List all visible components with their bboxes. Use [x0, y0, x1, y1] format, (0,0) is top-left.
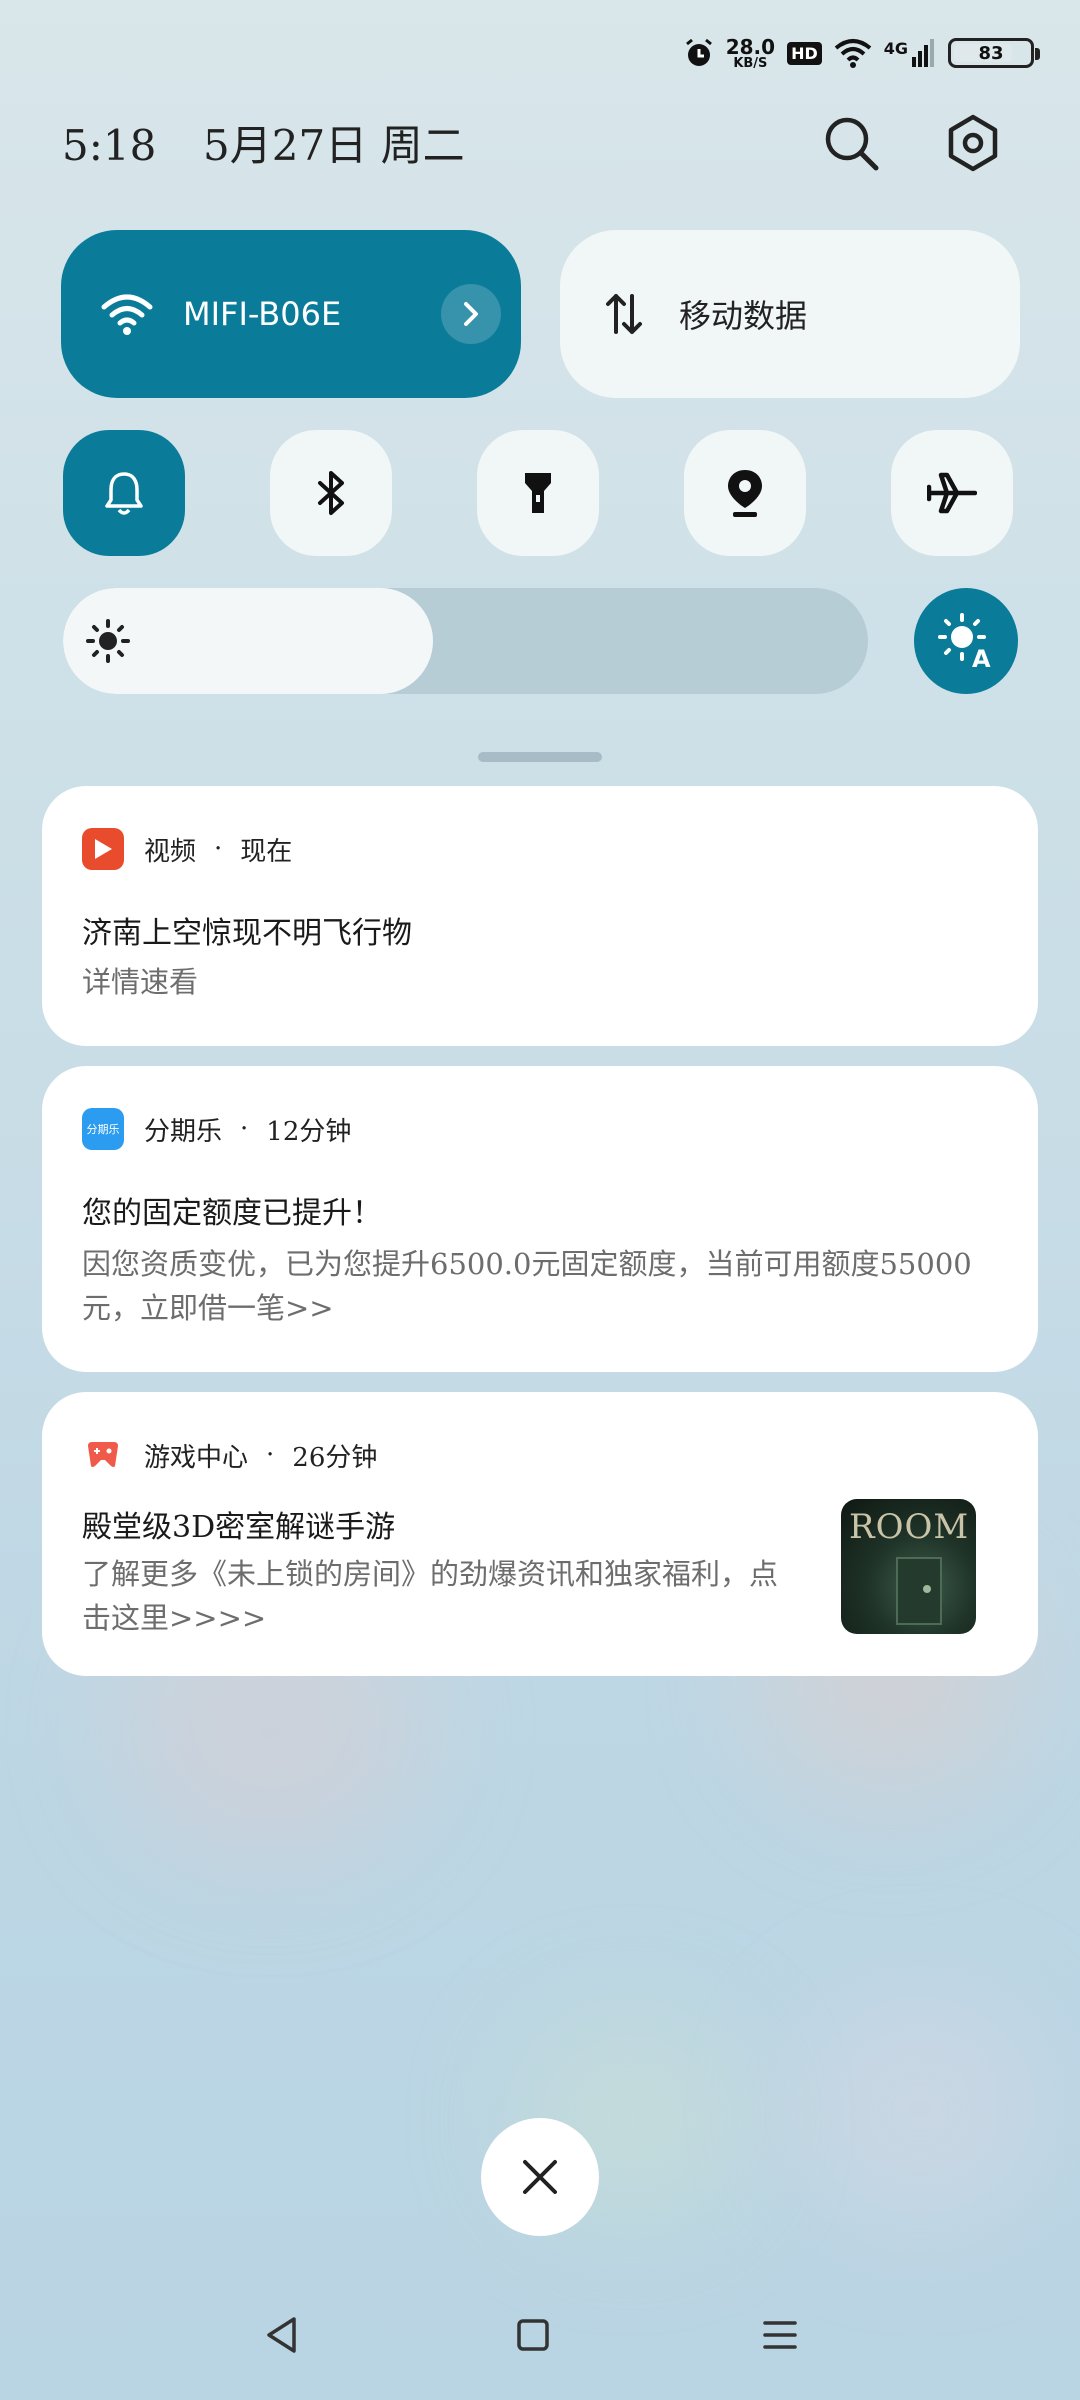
network-speed: 28.0 KB/S: [726, 37, 775, 70]
notification-header: 分期乐 分期乐 · 12分钟: [82, 1108, 351, 1150]
notification-time: 12分钟: [266, 1116, 352, 1147]
thumbnail-title: ROOM: [849, 1507, 970, 1547]
date-label: 5月27日 周二: [203, 121, 465, 170]
notification-app-name: 游戏中心: [144, 1442, 249, 1473]
close-icon: [523, 2160, 557, 2194]
hd-badge: HD: [787, 41, 822, 65]
chevron-right-icon: [464, 302, 478, 326]
notification-title: 济南上空惊现不明飞行物: [82, 916, 412, 951]
back-icon[interactable]: [264, 2315, 300, 2355]
time-label: 5:18: [62, 121, 157, 170]
notification-title: 您的固定额度已提升！: [82, 1196, 382, 1231]
cellular-status: 4G: [884, 39, 936, 67]
play-icon: [95, 839, 112, 859]
drag-handle[interactable]: [478, 752, 602, 762]
gamepad-icon: [88, 1442, 118, 1467]
notification-title: 殿堂级3D密室解谜手游: [82, 1510, 396, 1545]
notification-body: 了解更多《未上锁的房间》的劲爆资讯和独家福利，点击这里>>>>: [82, 1557, 779, 1635]
notification-card[interactable]: 游戏中心 · 26分钟 殿堂级3D密室解谜手游 了解更多《未上锁的房间》的劲爆资…: [42, 1392, 1038, 1676]
fenqile-app-icon: 分期乐: [82, 1108, 124, 1150]
flashlight-toggle[interactable]: [477, 430, 599, 556]
video-app-icon: [82, 828, 124, 870]
wifi-icon: [101, 294, 153, 335]
network-type: 4G: [883, 39, 908, 58]
bluetooth-icon: [318, 471, 344, 515]
sun-icon: [86, 619, 130, 663]
date-time: 5:18 5月27日 周二: [62, 112, 465, 173]
search-icon[interactable]: [821, 113, 881, 173]
brightness-slider[interactable]: [63, 588, 868, 694]
recents-icon[interactable]: [762, 2315, 798, 2355]
wifi-tile[interactable]: MIFI-B06E: [61, 230, 521, 398]
notification-app-name: 视频: [144, 836, 197, 867]
location-icon: [728, 470, 762, 517]
notification-body: 因您资质变优，已为您提升6500.0元固定额度，当前可用额度55000元，立即借…: [82, 1247, 972, 1325]
wifi-tile-label: MIFI-B06E: [183, 295, 342, 333]
battery-level: 83: [978, 42, 1004, 64]
settings-icon[interactable]: [943, 113, 1003, 173]
status-bar: 28.0 KB/S HD 4G 83: [684, 28, 1040, 78]
mobile-data-label: 移动数据: [679, 297, 808, 335]
wifi-details-button[interactable]: [441, 284, 501, 344]
notification-header: 视频 · 现在: [82, 828, 292, 870]
location-toggle[interactable]: [684, 430, 806, 556]
alarm-icon: [685, 38, 712, 66]
notification-header: 游戏中心 · 26分钟: [82, 1434, 377, 1476]
mobile-data-icon: [606, 294, 642, 334]
wifi-status-icon: [834, 39, 872, 68]
notification-app-name: 分期乐: [144, 1116, 223, 1147]
notification-card[interactable]: 分期乐 分期乐 · 12分钟 您的固定额度已提升！ 因您资质变优，已为您提升65…: [42, 1066, 1038, 1372]
clear-all-notifications-button[interactable]: [481, 2118, 599, 2236]
airplane-icon: [927, 472, 977, 514]
bluetooth-toggle[interactable]: [270, 430, 392, 556]
auto-brightness-icon: A: [938, 613, 991, 671]
mobile-data-tile[interactable]: 移动数据: [560, 230, 1020, 398]
notification-card[interactable]: 视频 · 现在 济南上空惊现不明飞行物 详情速看: [42, 786, 1038, 1046]
signal-icon: [912, 39, 934, 67]
notification-time: 26分钟: [292, 1442, 378, 1473]
notification-time: 现在: [240, 836, 293, 867]
bell-icon: [105, 472, 143, 515]
sound-toggle[interactable]: [63, 430, 185, 556]
notification-body: 详情速看: [82, 965, 199, 999]
auto-brightness-badge: A: [972, 645, 991, 671]
airplane-mode-toggle[interactable]: [891, 430, 1013, 556]
home-icon[interactable]: [516, 2315, 550, 2355]
speed-value: 28.0: [725, 34, 776, 59]
notification-thumbnail: ROOM: [841, 1499, 976, 1634]
game-center-app-icon: [82, 1434, 124, 1476]
flashlight-icon: [525, 473, 551, 513]
auto-brightness-button[interactable]: A: [914, 588, 1018, 694]
battery-indicator: 83: [948, 38, 1040, 68]
